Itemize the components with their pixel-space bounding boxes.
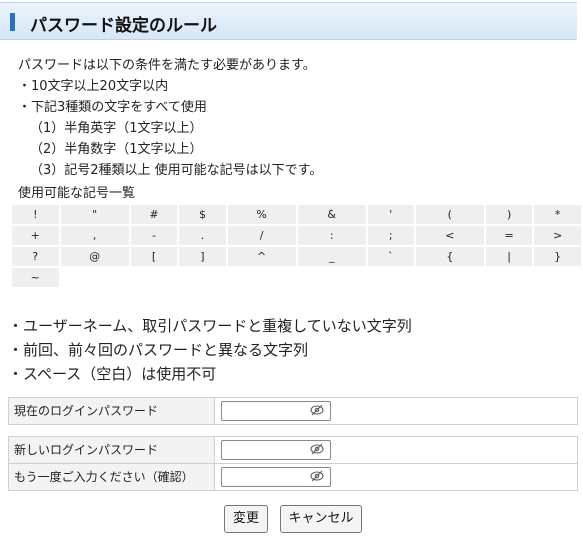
note-line: ・前回、前々回のパスワードと異なる文字列 [8, 341, 309, 359]
rule-line: （3）記号2種類以上 使用可能な記号は以下です。 [30, 163, 323, 178]
symbol-cell: + [12, 226, 59, 245]
symbol-cell: ( [415, 205, 484, 224]
current-password-label: 現在のログインパスワード [9, 398, 215, 424]
eye-slash-icon[interactable] [310, 470, 324, 482]
note-line: ・ユーザーネーム、取引パスワードと重複していない文字列 [8, 317, 412, 335]
header-accent-bar [10, 13, 15, 31]
symbol-cell: & [297, 205, 366, 224]
symbols-row: ~ [12, 268, 581, 287]
symbol-cell: } [534, 247, 581, 266]
symbol-cell: ' [367, 205, 414, 224]
symbol-cell: ] [179, 247, 226, 266]
symbols-row: + , - . / : ; < = > [12, 226, 581, 245]
symbol-cell: ^ [227, 247, 296, 266]
password-notes: ・ユーザーネーム、取引パスワードと重複していない文字列 ・前回、前々回のパスワー… [8, 314, 412, 386]
rule-line: ・10文字以上20文字以内 [18, 79, 169, 94]
page-title: パスワード設定のルール [30, 16, 217, 36]
symbol-cell: ; [367, 226, 414, 245]
symbol-cell: ? [12, 247, 59, 266]
symbol-cell: ~ [12, 268, 59, 287]
current-password-input[interactable] [221, 401, 331, 421]
rule-line: ・下記3種類の文字をすべて使用 [18, 100, 207, 115]
symbol-cell: | [485, 247, 533, 266]
symbol-cell: > [534, 226, 581, 245]
note-line: ・スペース（空白）は使用不可 [8, 365, 217, 383]
section-header: パスワード設定のルール [0, 2, 577, 40]
symbol-cell: [ [130, 247, 178, 266]
change-button[interactable]: 変更 [224, 505, 268, 533]
current-password-row: 現在のログインパスワード [9, 398, 577, 424]
symbol-cell: { [415, 247, 484, 266]
eye-slash-icon[interactable] [310, 404, 324, 416]
symbol-cell: ` [367, 247, 414, 266]
symbol-cell: @ [60, 247, 129, 266]
symbol-cell: ) [485, 205, 533, 224]
symbols-table: ! " # $ % & ' ( ) * + , - . / : ; < = > … [10, 203, 583, 289]
new-password-input[interactable] [221, 440, 331, 460]
rule-line: （2）半角数字（1文字以上） [30, 142, 203, 157]
symbol-cell: _ [297, 247, 366, 266]
symbol-cell: . [179, 226, 226, 245]
password-rules: パスワードは以下の条件を満たす必要があります。 ・10文字以上20文字以内 ・下… [18, 55, 322, 181]
symbol-cell: * [534, 205, 581, 224]
symbol-cell: " [60, 205, 129, 224]
rules-intro: パスワードは以下の条件を満たす必要があります。 [18, 58, 316, 73]
confirm-password-input[interactable] [221, 467, 331, 487]
rule-line: （1）半角英字（1文字以上） [30, 121, 203, 136]
symbol-cell: ! [12, 205, 59, 224]
eye-slash-icon[interactable] [310, 443, 324, 455]
symbols-row: ? @ [ ] ^ _ ` { | } [12, 247, 581, 266]
new-password-label: 新しいログインパスワード [9, 437, 215, 463]
confirm-password-label: もう一度ご入力ください（確認） [9, 464, 215, 490]
symbols-row: ! " # $ % & ' ( ) * [12, 205, 581, 224]
symbol-cell: : [297, 226, 366, 245]
confirm-password-row: もう一度ご入力ください（確認） [9, 463, 577, 490]
symbol-cell: $ [179, 205, 226, 224]
symbol-cell: , [60, 226, 129, 245]
symbol-cell: / [227, 226, 296, 245]
symbol-cell: - [130, 226, 178, 245]
new-password-row: 新しいログインパスワード [9, 437, 577, 463]
symbol-cell: # [130, 205, 178, 224]
symbols-title: 使用可能な記号一覧 [18, 186, 136, 201]
symbol-cell: = [485, 226, 533, 245]
new-password-box: 新しいログインパスワード もう一度ご入力ください（確認） [8, 436, 578, 491]
symbol-cell: % [227, 205, 296, 224]
cancel-button[interactable]: キャンセル [280, 505, 362, 533]
symbol-cell: < [415, 226, 484, 245]
current-password-box: 現在のログインパスワード [8, 397, 578, 425]
